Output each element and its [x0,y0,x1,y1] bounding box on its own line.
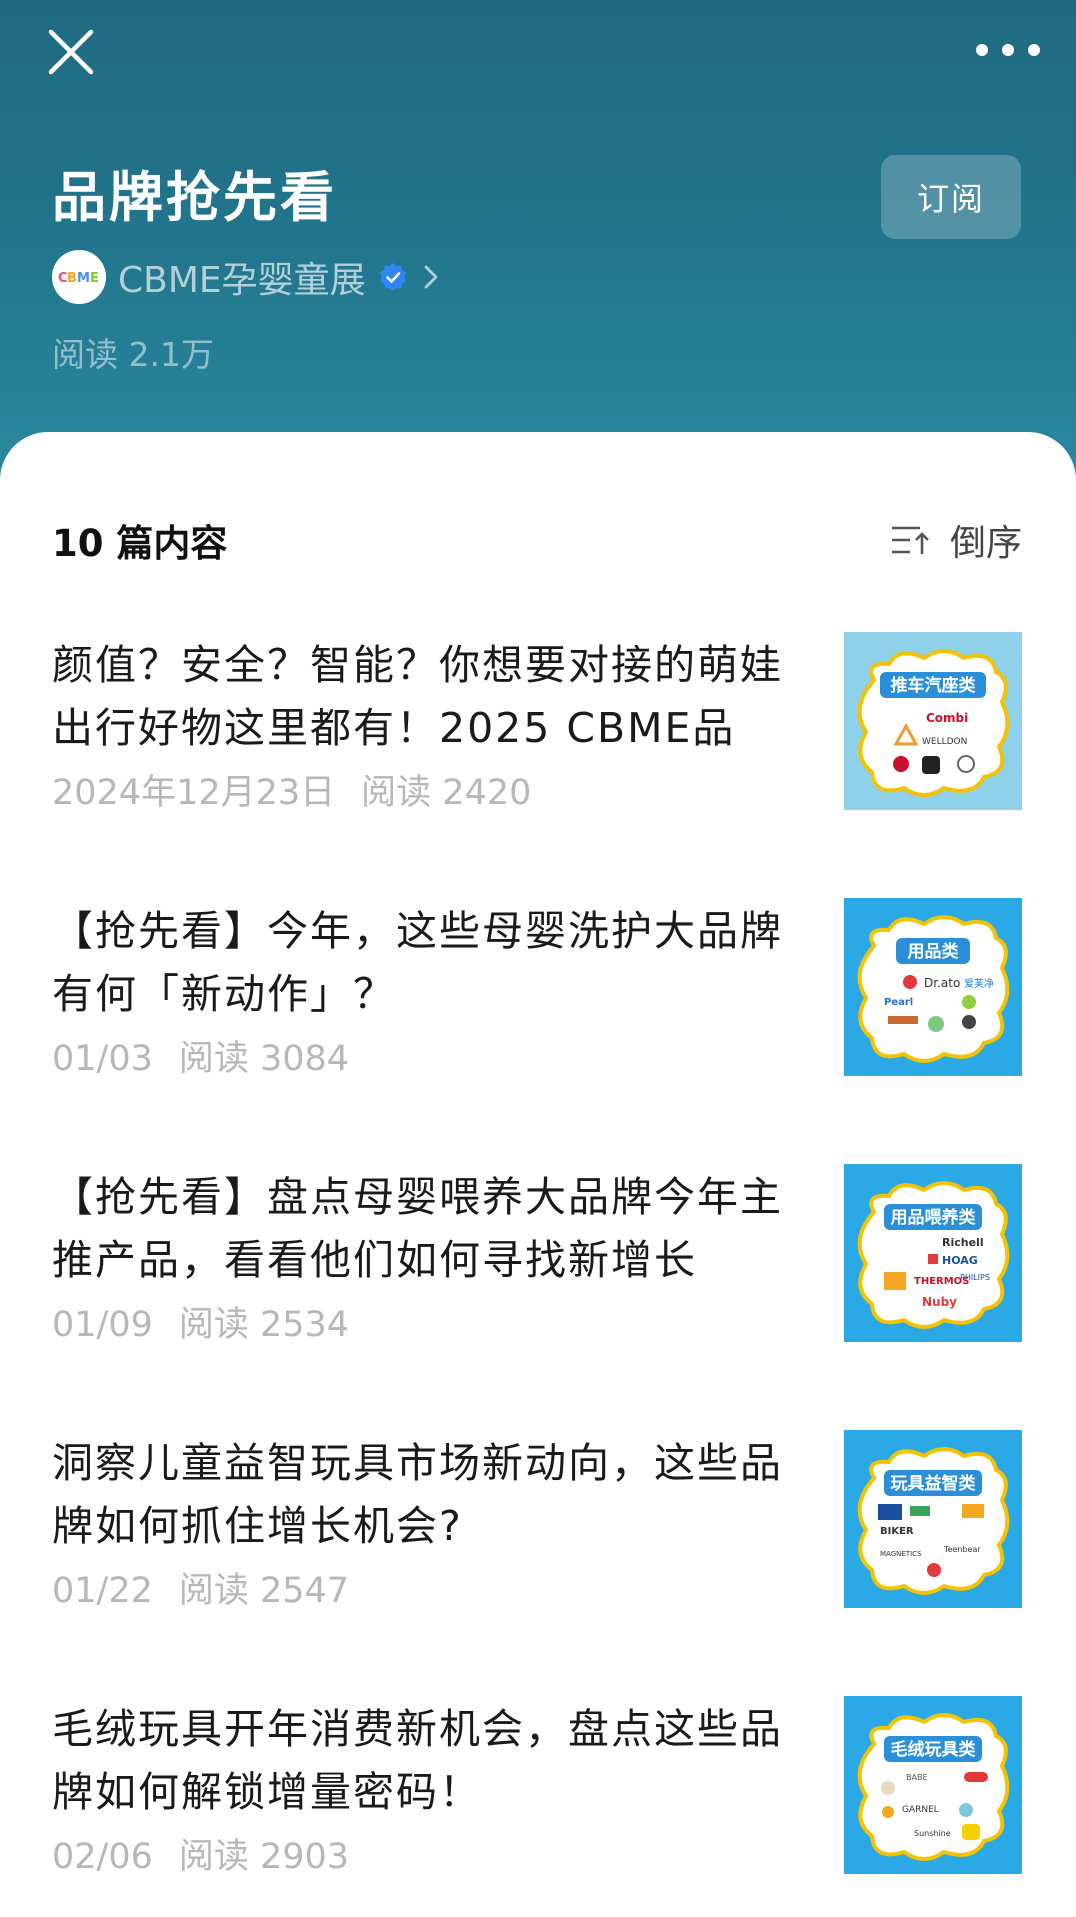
sort-order-icon [891,526,929,554]
article-item[interactable]: 【抢先看】今年，这些母婴洗护大品牌有何「新动作」？ 01/03 阅读 3084 用… [52,898,1022,1081]
svg-text:Pearl: Pearl [884,997,913,1008]
more-dot [1028,44,1040,56]
svg-text:B: B [67,271,77,286]
svg-text:用品喂养类: 用品喂养类 [891,1207,977,1228]
svg-text:E: E [90,271,99,286]
svg-text:Sunshine: Sunshine [914,1829,951,1838]
article-date: 02/06 [52,1837,153,1877]
article-meta: 2024年12月23日 阅读 2420 [52,764,531,815]
svg-text:BABE: BABE [906,1773,928,1782]
svg-text:爱芙净: 爱芙净 [964,977,994,990]
more-dot [1002,44,1014,56]
article-meta: 01/22 阅读 2547 [52,1562,349,1613]
svg-text:Teenbear: Teenbear [943,1545,981,1554]
thumb-category: 推车汽座类 [891,675,977,696]
svg-text:玩具益智类: 玩具益智类 [891,1473,977,1494]
article-thumbnail: 毛绒玩具类 BABE GARNEL Sunshine [844,1696,1022,1874]
article-list-panel: 10 篇内容 倒序 颜值？安全？智能？你想要对接的萌娃出行好物这里都有！2025… [0,432,1076,1917]
article-item[interactable]: 毛绒玩具开年消费新机会，盘点这些品牌如何解锁增量密码！ 02/06 阅读 2903… [52,1696,1022,1879]
article-title: 颜值？安全？智能？你想要对接的萌娃出行好物这里都有！2025 CBME品 [52,641,783,752]
sort-toggle-button[interactable]: 倒序 [890,514,1022,566]
avatar: C B M E [52,250,106,304]
article-date: 01/03 [52,1039,153,1079]
close-icon[interactable] [46,27,96,77]
article-date: 2024年12月23日 [52,773,336,813]
article-thumbnail: 推车汽座类 Combi WELLDON [844,632,1022,810]
article-title: 洞察儿童益智玩具市场新动向，这些品牌如何抓住增长机会? [52,1439,783,1550]
svg-text:Dr.ato: Dr.ato [924,976,960,990]
article-item[interactable]: 【抢先看】盘点母婴喂养大品牌今年主推产品，看看他们如何寻找新增长 01/09 阅读… [52,1164,1022,1347]
chevron-right-icon [424,265,438,289]
article-reads: 阅读 2903 [178,1837,350,1877]
svg-text:毛绒玩具类: 毛绒玩具类 [891,1739,977,1760]
article-title: 【抢先看】今年，这些母婴洗护大品牌有何「新动作」？ [52,907,783,1018]
list-header: 10 篇内容 倒序 [52,510,1022,570]
article-thumbnail: 用品喂养类 Richell HOAG THERMOS PHILIPS Nuby [844,1164,1022,1342]
more-options-icon[interactable] [976,38,1040,62]
verified-badge-icon [379,263,406,291]
article-thumbnail: 玩具益智类 BIKER MAGNETICS Teenbear [844,1430,1022,1608]
svg-text:PHILIPS: PHILIPS [960,1273,990,1282]
article-item[interactable]: 洞察儿童益智玩具市场新动向，这些品牌如何抓住增长机会? 01/22 阅读 2547… [52,1430,1022,1613]
article-count: 10 篇内容 [52,522,228,565]
article-item[interactable]: 颜值？安全？智能？你想要对接的萌娃出行好物这里都有！2025 CBME品 202… [52,632,1022,815]
article-collection-header: 品牌抢先看 订阅 C B M E CBME孕婴童展 阅读 2.1万 [0,0,1076,500]
article-title: 【抢先看】盘点母婴喂养大品牌今年主推产品，看看他们如何寻找新增长 [52,1173,783,1284]
article-reads: 阅读 3084 [178,1039,350,1079]
article-date: 01/22 [52,1571,153,1611]
sort-label: 倒序 [949,523,1022,564]
subscribe-button[interactable]: 订阅 [881,155,1021,239]
svg-text:HOAG: HOAG [942,1254,978,1267]
svg-text:Combi: Combi [926,711,968,725]
article-reads: 阅读 2420 [361,773,532,813]
article-meta: 01/09 阅读 2534 [52,1296,349,1347]
article-reads: 阅读 2547 [178,1571,350,1611]
svg-text:GARNEL: GARNEL [902,1805,939,1815]
svg-text:Richell: Richell [942,1236,984,1249]
svg-text:MAGNETICS: MAGNETICS [880,1550,922,1558]
collection-read-count: 阅读 2.1万 [52,335,214,374]
svg-text:M: M [77,271,90,286]
svg-text:用品类: 用品类 [908,941,960,962]
article-meta: 01/03 阅读 3084 [52,1030,349,1081]
svg-text:WELLDON: WELLDON [922,737,967,747]
article-meta: 02/06 阅读 2903 [52,1828,349,1879]
more-dot [976,44,988,56]
article-title: 毛绒玩具开年消费新机会，盘点这些品牌如何解锁增量密码！ [52,1705,783,1816]
svg-text:Nuby: Nuby [922,1295,957,1309]
account-name: CBME孕婴童展 [118,260,366,301]
collection-title: 品牌抢先看 [52,166,337,229]
article-date: 01/09 [52,1305,153,1345]
svg-text:BIKER: BIKER [880,1526,914,1537]
cbme-logo-icon: C B M E [52,250,106,304]
article-thumbnail: 用品类 Dr.ato 爱芙净 Pearl [844,898,1022,1076]
article-reads: 阅读 2534 [178,1305,350,1345]
account-link[interactable]: C B M E CBME孕婴童展 [52,248,440,306]
